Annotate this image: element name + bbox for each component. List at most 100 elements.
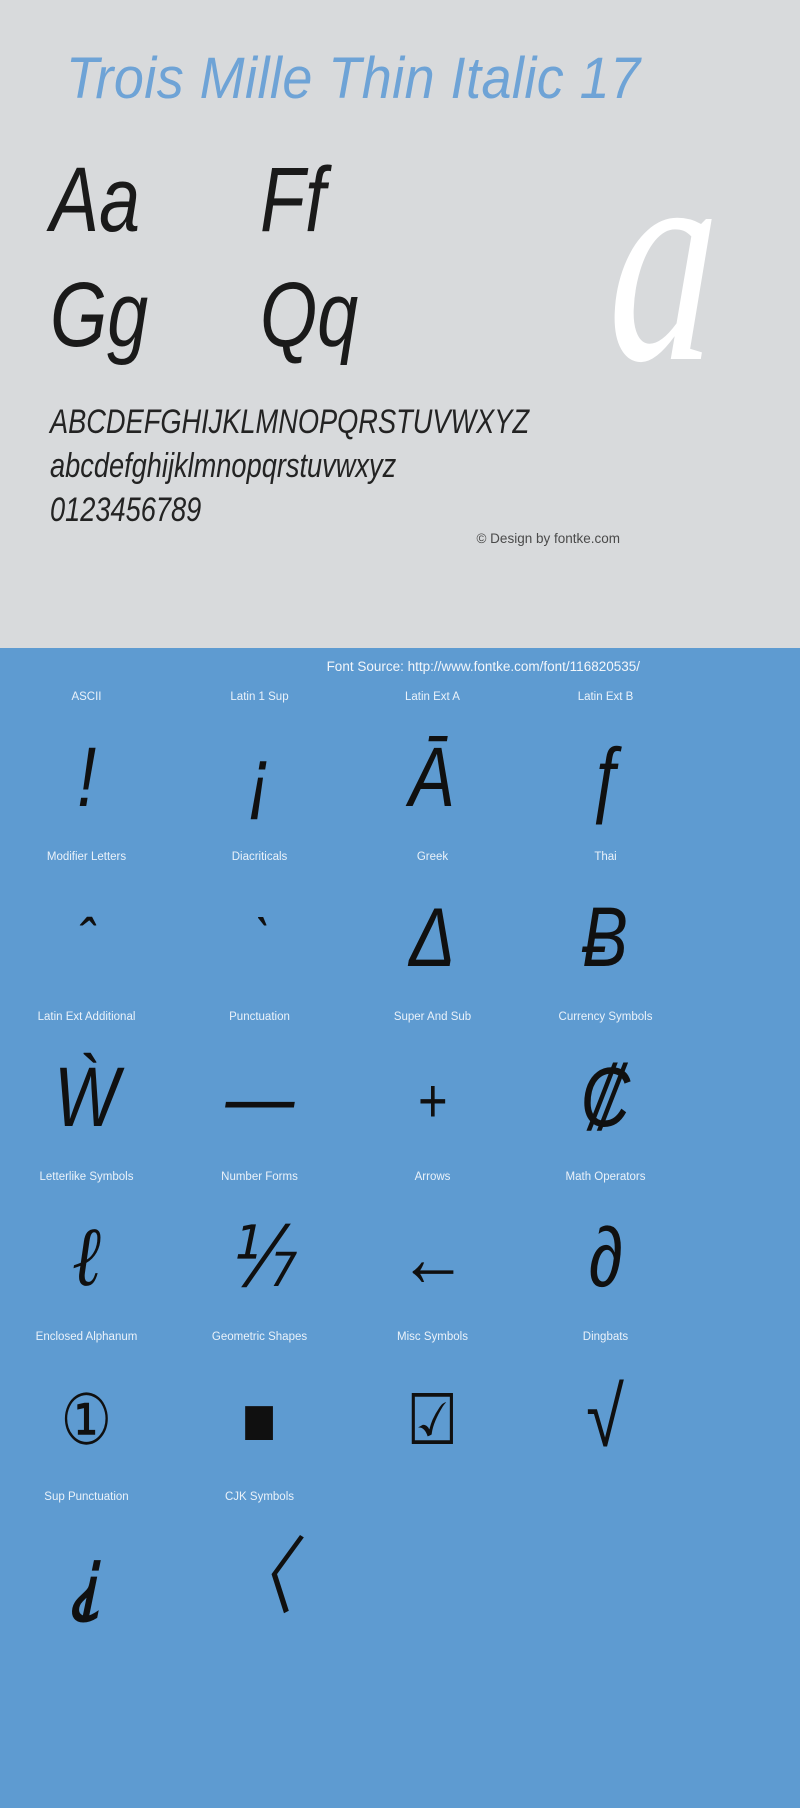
unicode-block-label-row: Sup Punctuation CJK Symbols bbox=[0, 1484, 692, 1510]
glyph-sample: ˆ bbox=[78, 906, 95, 976]
unicode-block-glyph: ℓ bbox=[0, 1201, 173, 1313]
letter-pair-row: Gg Qq bbox=[50, 263, 470, 378]
glyph-sample: + bbox=[417, 1066, 448, 1136]
glyph-sample: Ƀ bbox=[582, 890, 629, 984]
glyph-sample: 〈 bbox=[225, 1530, 294, 1624]
unicode-block-glyph bbox=[346, 1522, 519, 1632]
unicode-block-glyph: ˆ bbox=[0, 878, 173, 997]
glyph-sample: ■ bbox=[242, 1378, 277, 1461]
font-source-link[interactable]: Font Source: http://www.fontke.com/font/… bbox=[327, 658, 640, 676]
unicode-block-label[interactable]: Diacriticals bbox=[173, 844, 346, 870]
letter-pair-sample: Qq bbox=[260, 264, 359, 366]
unicode-block-label[interactable]: Arrows bbox=[346, 1164, 519, 1190]
unicode-block-label[interactable]: Latin Ext Additional bbox=[0, 1004, 173, 1030]
unicode-block-glyph: ☑ bbox=[346, 1360, 519, 1475]
glyph-sample: ¡ bbox=[248, 730, 271, 824]
unicode-block-label[interactable] bbox=[346, 1484, 519, 1510]
unicode-block-row: Latin Ext Additional Punctuation Super And… bbox=[0, 1004, 692, 1164]
large-background-glyph: a bbox=[604, 92, 725, 424]
unicode-block-glyph-row: ˆˋΔɃ bbox=[0, 870, 692, 1004]
unicode-block-label[interactable]: Punctuation bbox=[173, 1004, 346, 1030]
specimen-hero-panel: a Trois Mille Thin Italic 17 Aa Ff Gg Qq… bbox=[0, 0, 800, 648]
letter-pair-sample: Gg bbox=[50, 264, 149, 366]
glyph-sample: Ẁ bbox=[53, 1050, 120, 1144]
unicode-block-row: Modifier Letters Diacriticals Greek Thai ˆ ˋ Δ… bbox=[0, 844, 692, 1004]
glyph-sample: ∂ bbox=[588, 1210, 623, 1304]
unicode-block-glyph: 〈 bbox=[173, 1522, 346, 1632]
unicode-block-glyph: — bbox=[173, 1042, 346, 1152]
unicode-block-label[interactable]: Thai bbox=[519, 844, 692, 870]
unicode-block-glyph: ∂ bbox=[519, 1202, 692, 1312]
glyph-sample: ₡ bbox=[580, 1050, 631, 1144]
glyph-sample: ℓ bbox=[72, 1211, 101, 1304]
glyph-sample: ⅐ bbox=[226, 1210, 293, 1304]
unicode-block-glyph: + bbox=[346, 1038, 519, 1157]
unicode-block-label[interactable]: Sup Punctuation bbox=[0, 1484, 173, 1510]
glyph-sample: Δ bbox=[409, 890, 456, 984]
unicode-block-glyph: Ā bbox=[346, 722, 519, 832]
letter-pair-sample: Ff bbox=[260, 149, 326, 251]
unicode-block-label[interactable]: Number Forms bbox=[173, 1164, 346, 1190]
unicode-block-glyph bbox=[519, 1522, 692, 1632]
glyph-sample: Ā bbox=[409, 730, 456, 824]
unicode-block-row: Sup Punctuation CJK Symbols ⸘ 〈 bbox=[0, 1484, 692, 1644]
unicode-block-label[interactable]: Geometric Shapes bbox=[173, 1324, 346, 1350]
copyright-notice: © Design by fontke.com bbox=[476, 531, 620, 546]
page-title: Trois Mille Thin Italic 17 bbox=[66, 46, 641, 111]
unicode-block-glyph: ¡ bbox=[173, 722, 346, 832]
glyph-sample: — bbox=[225, 1050, 294, 1144]
glyph-sample: √ bbox=[586, 1370, 625, 1464]
unicode-block-glyph: √ bbox=[519, 1362, 692, 1472]
unicode-block-label[interactable]: Enclosed Alphanum bbox=[0, 1324, 173, 1350]
glyph-sample: ! bbox=[76, 730, 97, 824]
unicode-block-glyph-row: ! ¡ Āƒ bbox=[0, 710, 692, 844]
unicode-block-glyph: ① bbox=[0, 1360, 173, 1475]
glyph-sample: ˋ bbox=[251, 906, 268, 976]
unicode-block-label[interactable]: Latin Ext B bbox=[519, 684, 692, 710]
unicode-block-label[interactable]: Misc Symbols bbox=[346, 1324, 519, 1350]
unicode-block-label[interactable]: ASCII bbox=[0, 684, 173, 710]
glyph-sample: ☑ bbox=[406, 1378, 459, 1461]
unicode-block-label[interactable]: Greek bbox=[346, 844, 519, 870]
unicode-block-glyph: ← bbox=[346, 1202, 519, 1312]
unicode-block-glyph: ⅐ bbox=[173, 1202, 346, 1312]
glyph-sample: ← bbox=[398, 1210, 467, 1304]
unicode-block-glyph-row: ① ■ ☑ √ bbox=[0, 1350, 692, 1484]
alphabet-block: ABCDEFGHIJKLMNOPQRSTUVWXYZ abcdefghijklm… bbox=[50, 404, 750, 536]
glyph-sample: ⸘ bbox=[68, 1530, 105, 1624]
unicode-block-label[interactable]: Dingbats bbox=[519, 1324, 692, 1350]
unicode-block-label[interactable]: Latin 1 Sup bbox=[173, 684, 346, 710]
unicode-block-glyph: ˋ bbox=[173, 878, 346, 997]
alphabet-digits: 0123456789 bbox=[50, 491, 202, 529]
unicode-block-label[interactable]: Modifier Letters bbox=[0, 844, 173, 870]
unicode-block-glyph: ■ bbox=[173, 1360, 346, 1475]
alphabet-lowercase: abcdefghijklmnopqrstuvwxyz bbox=[50, 447, 397, 485]
letter-pair-samples: Aa Ff Gg Qq bbox=[50, 148, 470, 378]
unicode-blocks-panel: Font Source: http://www.fontke.com/font/… bbox=[0, 648, 800, 1808]
unicode-block-label[interactable]: Letterlike Symbols bbox=[0, 1164, 173, 1190]
unicode-block-label-row: ASCII Latin 1 Sup Latin Ext A Latin Ext B bbox=[0, 684, 692, 710]
unicode-block-label-row: Enclosed Alphanum Geometric Shapes Misc Sy… bbox=[0, 1324, 692, 1350]
unicode-block-glyph: ⸘ bbox=[0, 1522, 173, 1632]
unicode-block-label-row: Letterlike Symbols Number Forms Arrows Math… bbox=[0, 1164, 692, 1190]
unicode-block-label[interactable]: CJK Symbols bbox=[173, 1484, 346, 1510]
unicode-block-glyph: Ƀ bbox=[519, 882, 692, 992]
unicode-block-label[interactable] bbox=[519, 1484, 692, 1510]
glyph-sample: ƒ bbox=[586, 730, 625, 824]
font-specimen-page: a Trois Mille Thin Italic 17 Aa Ff Gg Qq… bbox=[0, 0, 800, 1808]
unicode-block-row: ASCII Latin 1 Sup Latin Ext A Latin Ext B! ¡… bbox=[0, 684, 692, 844]
unicode-block-label[interactable]: Latin Ext A bbox=[346, 684, 519, 710]
unicode-block-label-row: Modifier Letters Diacriticals Greek Thai bbox=[0, 844, 692, 870]
unicode-block-glyph: ! bbox=[0, 722, 173, 832]
unicode-block-glyph: ₡ bbox=[519, 1042, 692, 1152]
unicode-block-label[interactable]: Math Operators bbox=[519, 1164, 692, 1190]
unicode-block-glyph-row: ⸘ 〈 bbox=[0, 1510, 692, 1644]
unicode-block-label[interactable]: Super And Sub bbox=[346, 1004, 519, 1030]
unicode-block-glyph: ƒ bbox=[519, 722, 692, 832]
alphabet-uppercase: ABCDEFGHIJKLMNOPQRSTUVWXYZ bbox=[50, 403, 530, 441]
unicode-block-label[interactable]: Currency Symbols bbox=[519, 1004, 692, 1030]
unicode-block-row: Enclosed Alphanum Geometric Shapes Misc Sy… bbox=[0, 1324, 692, 1484]
unicode-block-glyph-row: ℓ ⅐ ← ∂ bbox=[0, 1190, 692, 1324]
unicode-block-glyph-row: Ẁ — + ₡ bbox=[0, 1030, 692, 1164]
glyph-sample: ① bbox=[60, 1378, 113, 1461]
